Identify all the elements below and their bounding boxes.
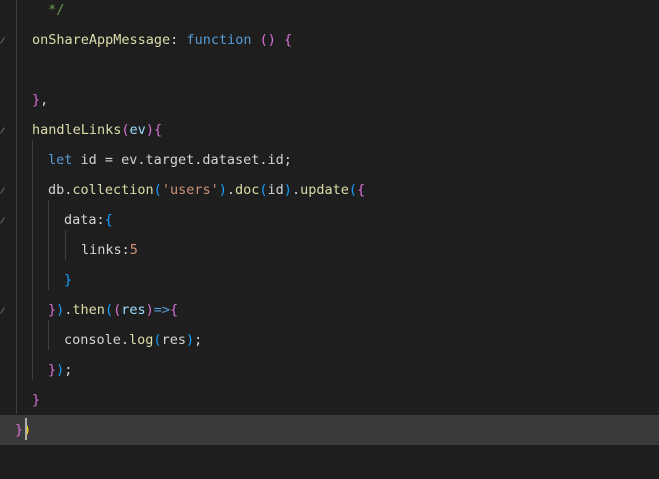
- line-onshareappmessage[interactable]: onShareAppMessage: function () {: [0, 25, 659, 55]
- code-token: id = ev.target.dataset.id;: [72, 152, 292, 168]
- text-cursor: [25, 418, 27, 440]
- code-token: (: [153, 182, 162, 198]
- code-token: onShareAppMessage: [32, 32, 171, 48]
- code-token: :: [170, 32, 187, 48]
- code-token: 5: [129, 242, 138, 258]
- code-token: ,: [40, 92, 49, 108]
- code-token: */: [40, 2, 65, 18]
- code-text: },: [32, 85, 48, 115]
- code-token: collection: [72, 182, 154, 198]
- code-token: (): [259, 32, 276, 48]
- code-token: db.: [48, 182, 73, 198]
- line-data[interactable]: data:{: [0, 205, 659, 235]
- code-token: ): [218, 182, 227, 198]
- line-close-handlelinks[interactable]: }: [0, 385, 659, 415]
- code-token: log: [129, 332, 154, 348]
- code-token: handleLinks: [32, 122, 122, 138]
- code-token: }: [15, 422, 24, 438]
- line-close-share[interactable]: },: [0, 85, 659, 115]
- code-text: onShareAppMessage: function () {: [32, 25, 292, 55]
- line-let-id[interactable]: let id = ev.target.dataset.id;: [0, 145, 659, 175]
- code-token: :: [96, 212, 105, 228]
- code-token: {: [284, 32, 293, 48]
- code-text: }): [15, 415, 31, 445]
- line-comment-end[interactable]: */: [0, 0, 659, 25]
- code-text: links:5: [81, 235, 138, 265]
- code-token: then: [72, 302, 105, 318]
- fold-marker-icon[interactable]: [0, 216, 8, 224]
- code-token: res: [161, 332, 186, 348]
- code-token: links: [81, 242, 122, 258]
- line-close-page[interactable]: }): [0, 415, 659, 445]
- line-close-then[interactable]: });: [0, 355, 659, 385]
- code-token: data: [64, 212, 97, 228]
- line-handlelinks[interactable]: handleLinks(ev){: [0, 115, 659, 145]
- code-token: (: [104, 302, 114, 318]
- code-text: handleLinks(ev){: [32, 115, 162, 145]
- code-text: console.log(res);: [64, 325, 202, 355]
- fold-marker-icon[interactable]: [0, 36, 8, 44]
- code-token: function: [186, 32, 252, 48]
- code-token: doc: [235, 182, 260, 198]
- code-token: .: [291, 182, 301, 198]
- code-token: }: [64, 272, 73, 288]
- fold-marker-icon[interactable]: [0, 126, 8, 134]
- fold-marker-icon[interactable]: [0, 306, 8, 314]
- line-close-data[interactable]: }: [0, 265, 659, 295]
- code-token: }: [32, 92, 41, 108]
- code-token: res: [121, 302, 146, 318]
- code-token: {: [153, 122, 163, 138]
- line-console-log[interactable]: console.log(res);: [0, 325, 659, 355]
- code-token: .: [226, 182, 235, 198]
- code-token: ): [145, 302, 154, 318]
- code-token: }: [48, 362, 57, 378]
- code-token: ): [283, 182, 292, 198]
- code-token: (: [259, 182, 268, 198]
- code-token: ): [185, 332, 195, 348]
- code-token: id: [267, 182, 284, 198]
- code-token: (: [121, 122, 130, 138]
- code-token: let: [48, 152, 73, 168]
- code-editor[interactable]: */onShareAppMessage: function () {}, hand…: [0, 0, 659, 479]
- code-text: */: [40, 0, 64, 25]
- code-token: (: [113, 302, 122, 318]
- fold-marker-icon[interactable]: [0, 186, 8, 194]
- code-text: db.collection('users').doc(id).update({: [48, 175, 365, 205]
- code-token: :: [121, 242, 130, 258]
- code-token: {: [104, 212, 113, 228]
- code-token: 'users': [161, 182, 219, 198]
- code-token: =>: [153, 302, 171, 318]
- code-token: {: [170, 302, 179, 318]
- code-text: });: [48, 355, 72, 385]
- code-token: (: [348, 182, 357, 198]
- line-empty-1[interactable]: [0, 55, 659, 85]
- code-token: ): [145, 122, 154, 138]
- code-token: ;: [64, 362, 73, 378]
- code-token: }: [48, 302, 57, 318]
- code-token: console.: [64, 332, 130, 348]
- code-text: data:{: [64, 205, 113, 235]
- code-token: {: [357, 182, 366, 198]
- code-token: ;: [194, 332, 203, 348]
- code-text: }).then((res)=>{: [48, 295, 178, 325]
- code-token: (: [153, 332, 162, 348]
- code-text: }: [32, 385, 40, 415]
- code-text: }: [64, 265, 72, 295]
- line-db-collection[interactable]: db.collection('users').doc(id).update({: [0, 175, 659, 205]
- code-token: ev: [129, 122, 146, 138]
- code-token: }: [32, 392, 41, 408]
- line-then[interactable]: }).then((res)=>{: [0, 295, 659, 325]
- code-text: let id = ev.target.dataset.id;: [48, 145, 292, 175]
- line-links[interactable]: links:5: [0, 235, 659, 265]
- code-token: update: [300, 182, 349, 198]
